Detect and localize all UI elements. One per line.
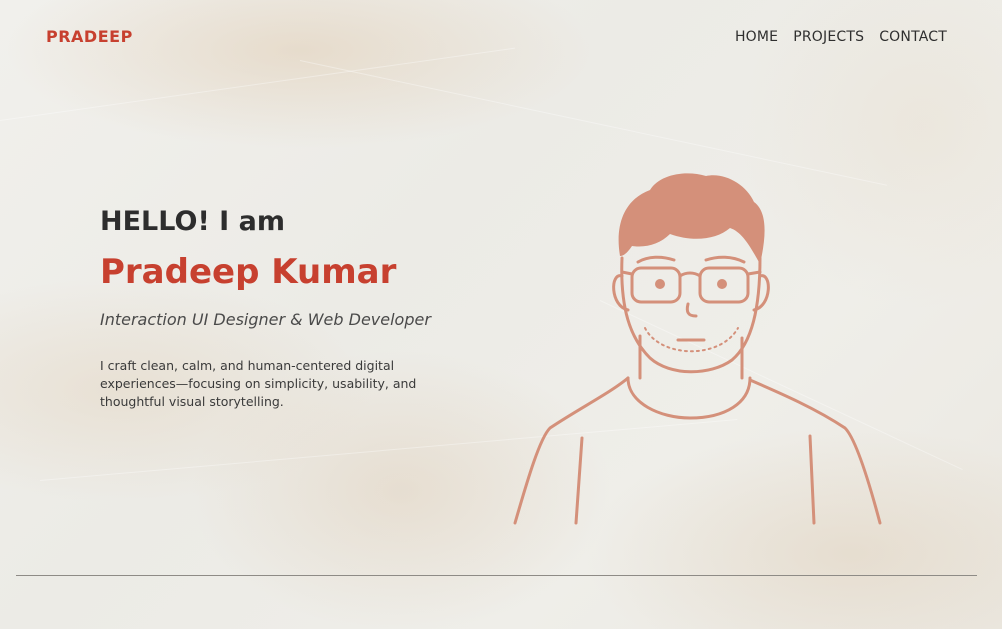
hero-greeting: HELLO! I am <box>100 206 285 237</box>
section-divider <box>16 575 977 576</box>
nav-contact[interactable]: CONTACT <box>879 29 947 45</box>
hero-name: Pradeep Kumar <box>100 252 397 292</box>
avatar-illustration <box>513 173 882 525</box>
brand-logo[interactable]: PRADEEP <box>46 27 133 46</box>
paper-crease <box>0 47 516 121</box>
hero-description: I craft clean, calm, and human-centered … <box>100 358 417 409</box>
hero-role: Interaction UI Designer & Web Developer <box>100 310 431 329</box>
paper-crease <box>299 60 887 186</box>
main-nav: HOME PROJECTS CONTACT <box>735 29 947 45</box>
nav-projects[interactable]: PROJECTS <box>793 29 864 45</box>
nav-home[interactable]: HOME <box>735 29 778 45</box>
